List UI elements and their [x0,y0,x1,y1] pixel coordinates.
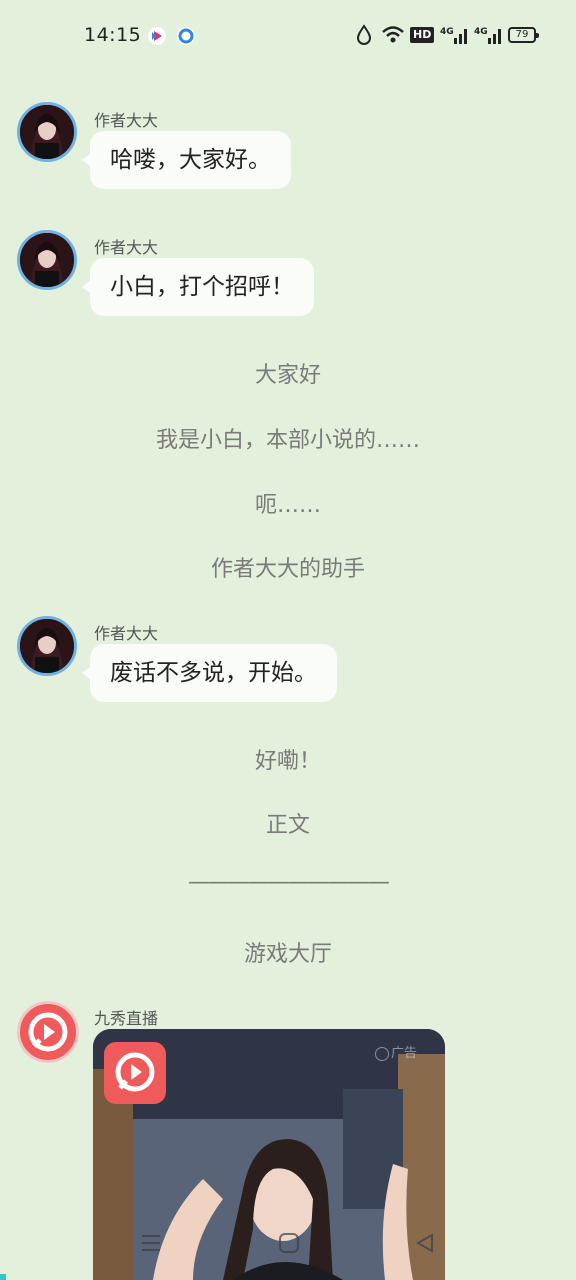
status-bar: 14:15 HD 4G 4G 79 [0,0,576,72]
video-app-icon [147,26,167,46]
ad-author-name: 九秀直播 [94,1009,159,1028]
message-bubble[interactable]: 废话不多说，开始。 [82,644,337,702]
author-name: 作者大大 [94,624,159,643]
narration-line: 好嘞！ [254,749,321,774]
author-avatar[interactable] [17,616,77,676]
svg-text:4G: 4G [440,27,454,37]
edge-indicator [0,1274,6,1280]
message-bubble[interactable]: 哈喽，大家好。 [82,131,291,189]
narration-line: 作者大大的助手 [210,557,365,582]
svg-text:4G: 4G [474,27,488,37]
author-avatar[interactable] [17,102,77,162]
author-name: 作者大大 [94,111,159,130]
narration-line: 正文 [265,813,310,838]
nav-back-icon[interactable] [414,1232,436,1262]
author-name: 作者大大 [94,238,159,257]
wifi-icon [381,24,405,48]
ad-info-icon [375,1046,389,1061]
browser-app-icon [176,26,196,46]
ad-app-icon [104,1042,166,1104]
nav-menu-icon[interactable] [140,1232,162,1262]
water-drop-icon [356,24,372,48]
author-avatar[interactable] [17,230,77,290]
narration-line: 呃…… [254,493,321,518]
narration-line: 我是小白，本部小说的…… [155,428,420,453]
signal-4g-icon-2: 4G [474,24,502,48]
battery-indicator: 79 [508,27,539,43]
narration-line: 大家好 [254,363,321,388]
nav-home-icon[interactable] [278,1232,300,1262]
divider-line: —————————— [188,870,390,895]
signal-4g-icon-1: 4G [440,24,468,48]
ad-tag: 广告 [375,1043,417,1065]
message-bubble[interactable]: 小白，打个招呼！ [82,258,314,316]
narration-line: 游戏大厅 [243,942,332,967]
status-time: 14:15 [84,24,142,46]
ad-avatar[interactable] [17,1001,79,1063]
hd-badge: HD [410,27,435,43]
